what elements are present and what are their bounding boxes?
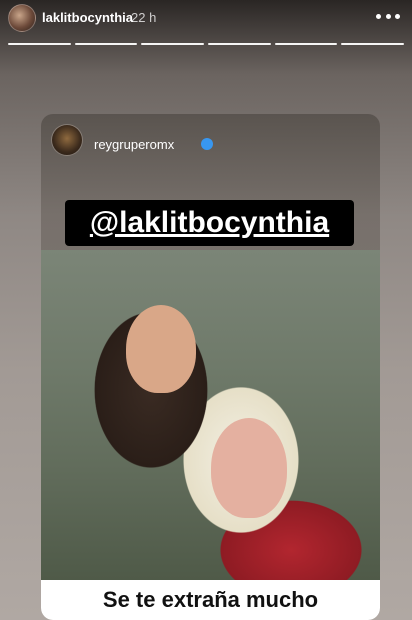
progress-segment (274, 43, 338, 45)
story-header: laklitbocynthia 22 h (0, 0, 412, 50)
progress-segment (141, 43, 205, 45)
shared-story-card[interactable]: reygruperomx @laklitbocynthia Se te extr… (41, 114, 380, 620)
progress-segment (341, 43, 405, 45)
ellipsis-icon[interactable] (376, 6, 400, 26)
progress-segment (208, 43, 271, 45)
person-face (126, 305, 196, 393)
verified-badge-icon (201, 138, 213, 150)
story-caption: Se te extraña mucho (41, 580, 380, 620)
card-username[interactable]: reygruperomx (94, 137, 174, 152)
card-header: reygruperomx (41, 114, 380, 174)
avatar[interactable] (51, 124, 83, 156)
progress-segment (8, 43, 71, 45)
story-time: 22 h (131, 10, 157, 25)
avatar[interactable] (8, 4, 36, 32)
progress-segment (74, 43, 138, 45)
story-progress (8, 43, 405, 45)
story-photo (41, 250, 380, 580)
person-face (211, 418, 287, 518)
mention-tag[interactable]: @laklitbocynthia (65, 200, 354, 246)
story-username[interactable]: laklitbocynthia (42, 10, 133, 25)
